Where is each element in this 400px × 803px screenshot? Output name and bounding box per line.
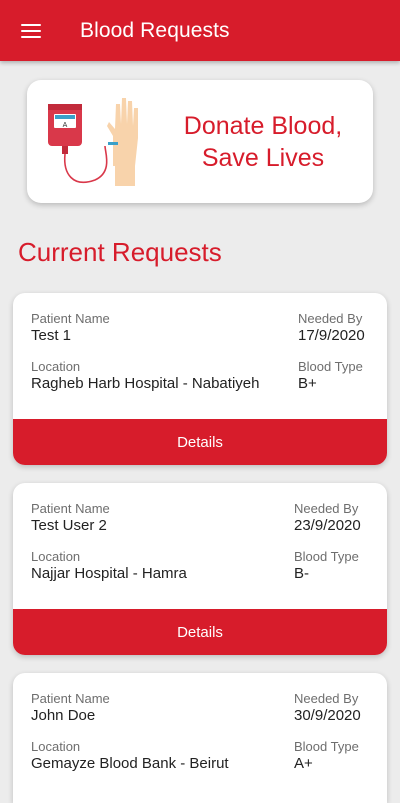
patient-name-label: Patient Name [31,501,110,516]
location-label: Location [31,359,81,374]
needed-by-value: 30/9/2020 [294,707,361,724]
location-label: Location [31,549,81,564]
blood-type-label: Blood Type [294,549,359,564]
needed-by-label: Needed By [294,691,359,706]
section-title: Current Requests [18,237,222,267]
patient-name-value: Test User 2 [31,517,107,534]
blood-type-value: B- [294,565,309,582]
request-card: Patient Name John Doe Needed By 30/9/202… [13,673,387,803]
blood-type-value: A+ [294,755,313,772]
patient-name-value: Test 1 [31,327,72,344]
hamburger-menu-icon[interactable] [0,0,62,61]
request-card: Patient Name Test User 2 Needed By 23/9/… [13,483,387,655]
location-label: Location [31,739,81,754]
banner-slogan: Donate Blood, Save Lives [183,112,343,172]
patient-name-label: Patient Name [31,691,110,706]
details-button[interactable]: Details [13,609,387,655]
svg-text:A: A [63,122,68,129]
page-title: Blood Requests [80,18,230,42]
patient-name-value: John Doe [31,707,96,724]
blood-type-label: Blood Type [298,359,363,374]
app-bar: Blood Requests [0,0,400,61]
patient-name-label: Patient Name [31,311,110,326]
request-card: Patient Name Test 1 Needed By 17/9/2020 … [13,293,387,465]
donate-banner: A Donate Blood, Save Lives [27,80,373,203]
location-value: Gemayze Blood Bank - Beirut [31,755,229,772]
details-button[interactable]: Details [13,419,387,465]
needed-by-value: 23/9/2020 [294,517,361,534]
location-value: Ragheb Harb Hospital - Nabatiyeh [31,375,260,392]
blood-type-label: Blood Type [294,739,359,754]
needed-by-label: Needed By [294,501,359,516]
blood-type-value: B+ [298,375,317,392]
blood-donation-icon: A [48,98,138,186]
location-value: Najjar Hospital - Hamra [31,565,187,582]
needed-by-value: 17/9/2020 [298,327,365,344]
needed-by-label: Needed By [298,311,363,326]
